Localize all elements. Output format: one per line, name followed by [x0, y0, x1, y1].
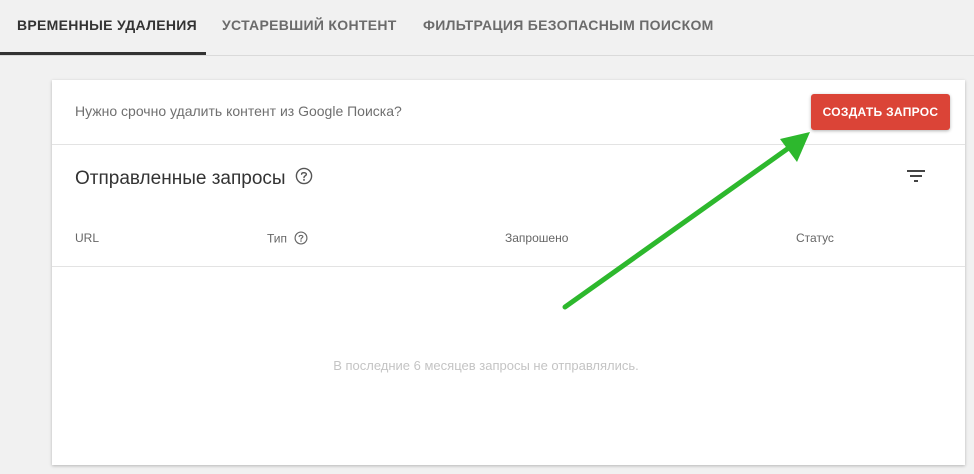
- section-title-text: Отправленные запросы: [75, 168, 286, 190]
- active-tab-indicator: [0, 52, 206, 55]
- banner-text: Нужно срочно удалить контент из Google П…: [75, 103, 402, 119]
- column-header-url[interactable]: URL: [75, 231, 99, 245]
- type-help-icon[interactable]: [294, 231, 308, 248]
- removals-card: Нужно срочно удалить контент из Google П…: [52, 80, 965, 465]
- filter-icon[interactable]: [904, 164, 928, 188]
- new-request-banner: Нужно срочно удалить контент из Google П…: [52, 80, 965, 145]
- tab-safesearch-filtering[interactable]: ФИЛЬТРАЦИЯ БЕЗОПАСНЫМ ПОИСКОМ: [423, 17, 714, 33]
- empty-state-message: В последние 6 месяцев запросы не отправл…: [333, 358, 639, 373]
- submitted-requests-heading: Отправленные запросы: [75, 167, 313, 191]
- tab-bar: ВРЕМЕННЫЕ УДАЛЕНИЯ УСТАРЕВШИЙ КОНТЕНТ ФИ…: [0, 0, 974, 56]
- column-header-requested[interactable]: Запрошено: [505, 231, 568, 245]
- table-header-divider: [52, 266, 965, 267]
- column-header-type[interactable]: Тип: [267, 231, 308, 248]
- tab-outdated-content[interactable]: УСТАРЕВШИЙ КОНТЕНТ: [222, 17, 397, 33]
- help-icon[interactable]: [295, 167, 313, 191]
- tab-temporary-removals[interactable]: ВРЕМЕННЫЕ УДАЛЕНИЯ: [17, 17, 197, 33]
- column-header-status[interactable]: Статус: [796, 231, 834, 245]
- column-header-type-label: Тип: [267, 231, 288, 246]
- create-request-button[interactable]: СОЗДАТЬ ЗАПРОС: [811, 94, 950, 130]
